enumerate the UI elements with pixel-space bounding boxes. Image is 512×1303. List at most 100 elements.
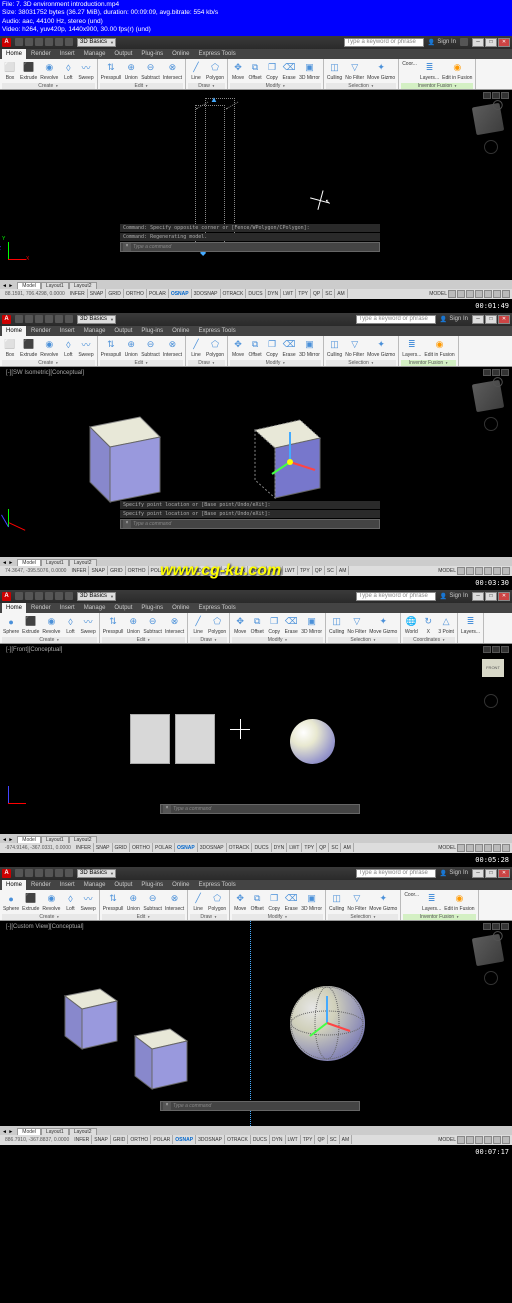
viewport[interactable]: ▲ ◆ ↖ Y X Z Command: Specify opposite co… — [0, 90, 512, 280]
fusion-button[interactable]: ◉Edit in Fusion — [423, 337, 455, 359]
extrude-button[interactable]: ⬛Extrude — [19, 60, 38, 82]
extrude-button[interactable]: ⬛Extrude — [21, 614, 40, 636]
sb-polar[interactable]: POLAR — [147, 289, 169, 298]
line-button[interactable]: ╱Line — [188, 60, 204, 82]
tab-plugins[interactable]: Plug-ins — [137, 326, 167, 336]
qat-open-icon[interactable] — [25, 38, 33, 46]
offset-button[interactable]: ⧉Offset — [247, 337, 263, 359]
viewcube[interactable] — [472, 380, 504, 412]
tab-render[interactable]: Render — [27, 49, 55, 59]
coor-button[interactable]: Coor... — [401, 60, 418, 82]
tab-model[interactable]: Model — [17, 282, 41, 289]
vp-min-icon[interactable] — [483, 92, 491, 99]
loft-button[interactable]: ◊Loft — [60, 60, 76, 82]
extrude-button[interactable]: ⬛Extrude — [19, 337, 38, 359]
signin-button[interactable]: 👤 Sign In — [440, 870, 468, 877]
vp-close-icon[interactable] — [501, 92, 509, 99]
layers-button[interactable]: ≣Layers... — [419, 60, 440, 82]
box-button[interactable]: ⬜Box — [2, 60, 18, 82]
view-label[interactable]: [-][Custom View][Conceptual] — [6, 924, 84, 930]
viewcube[interactable] — [472, 934, 504, 966]
navwheel-icon[interactable] — [484, 417, 498, 431]
viewcube-front[interactable]: FRONT — [482, 659, 504, 677]
sb-sc[interactable]: SC — [323, 289, 335, 298]
3point-button[interactable]: △3 Point — [437, 614, 455, 636]
tab-online[interactable]: Online — [168, 326, 193, 336]
polygon-button[interactable]: ⬠Polygon — [205, 60, 225, 82]
sb-model[interactable]: MODEL — [429, 291, 447, 297]
erase-button[interactable]: ⌫Erase — [281, 60, 297, 82]
panel-title-modify[interactable]: Modify — [230, 83, 321, 89]
copy-button[interactable]: ❐Copy — [264, 60, 280, 82]
gizmo-button[interactable]: ✦Move Gizmo — [366, 60, 396, 82]
revolve-button[interactable]: ◉Revolve — [39, 337, 59, 359]
sphere-button[interactable]: ●Sphere — [2, 614, 20, 636]
app-logo-icon[interactable]: A — [2, 38, 11, 47]
command-window[interactable]: ×Type a command — [160, 803, 360, 814]
sb-icon[interactable] — [448, 290, 456, 298]
exchange-icon[interactable] — [460, 38, 468, 46]
sb-grid[interactable]: GRID — [106, 289, 124, 298]
tab-render[interactable]: Render — [27, 326, 55, 336]
sb-lwt[interactable]: LWT — [281, 289, 296, 298]
viewport[interactable]: [-][Front][Conceptual] FRONT ×Type a com… — [0, 644, 512, 834]
close-button[interactable]: ✕ — [498, 38, 510, 47]
sb-otrack[interactable]: OTRACK — [221, 289, 247, 298]
intersect-button[interactable]: ⊗Intersect — [162, 337, 183, 359]
tab-manage[interactable]: Manage — [80, 49, 110, 59]
tab-layout2[interactable]: Layout2 — [69, 282, 97, 289]
search-input[interactable]: Type a keyword or phrase — [356, 869, 436, 878]
search-input[interactable]: Type a keyword or phrase — [356, 592, 436, 601]
mirror-button[interactable]: ▣3D Mirror — [298, 60, 321, 82]
workspace-dropdown[interactable]: 3D Basics — [77, 38, 116, 47]
signin-button[interactable]: 👤 Sign In — [440, 316, 468, 323]
culling-button[interactable]: ◫Culling — [326, 60, 343, 82]
copy-button[interactable]: ❐Copy — [264, 337, 280, 359]
cmd-close-icon[interactable]: × — [123, 243, 131, 251]
gizmo-button[interactable]: ✦Move Gizmo — [366, 337, 396, 359]
sb-icon[interactable] — [466, 290, 474, 298]
workspace-dropdown[interactable]: 3D Basics — [77, 869, 116, 878]
tab-layout2[interactable]: Layout2 — [69, 559, 97, 566]
app-logo-icon[interactable]: A — [2, 869, 11, 878]
sb-ortho[interactable]: ORTHO — [124, 289, 147, 298]
nofilter-button[interactable]: ▽No Filter — [344, 337, 365, 359]
navwheel-icon[interactable] — [484, 140, 498, 154]
panel-title-draw[interactable]: Draw — [188, 83, 225, 89]
layers-button[interactable]: ≣Layers... — [401, 337, 422, 359]
sb-icon[interactable] — [493, 290, 501, 298]
subtract-button[interactable]: ⊖Subtract — [140, 60, 161, 82]
loft-button[interactable]: ◊Loft — [62, 614, 78, 636]
viewport[interactable]: [-][Custom View][Conceptual] ×Type a com — [0, 921, 512, 1126]
viewport[interactable]: [-][SW Isometric][Conceptual] Specify po… — [0, 367, 512, 557]
signin-button[interactable]: 👤 Sign In — [428, 39, 456, 46]
polygon-button[interactable]: ⬠Polygon — [205, 337, 225, 359]
tab-layout1[interactable]: Layout1 — [41, 282, 69, 289]
tab-express[interactable]: Express Tools — [194, 326, 239, 336]
revolve-button[interactable]: ◉Revolve — [41, 614, 61, 636]
sb-dyn[interactable]: DYN — [266, 289, 282, 298]
sb-osnap[interactable]: OSNAP — [169, 289, 192, 298]
search-input[interactable]: Type a keyword or phrase — [356, 315, 436, 324]
qat-undo-icon[interactable] — [45, 38, 53, 46]
nofilter-button[interactable]: ▽No Filter — [344, 60, 365, 82]
command-window[interactable]: ×Type a command — [160, 1100, 360, 1111]
tab-output[interactable]: Output — [110, 326, 136, 336]
erase-button[interactable]: ⌫Erase — [281, 337, 297, 359]
tab-manage[interactable]: Manage — [80, 326, 110, 336]
tab-output[interactable]: Output — [110, 49, 136, 59]
x-button[interactable]: ↻X — [420, 614, 436, 636]
vp-max-icon[interactable] — [492, 92, 500, 99]
sweep-button[interactable]: 〰Sweep — [79, 614, 96, 636]
minimize-button[interactable]: ─ — [472, 38, 484, 47]
qat-redo-icon[interactable] — [55, 38, 63, 46]
sb-infer[interactable]: INFER — [68, 289, 88, 298]
qat-print-icon[interactable] — [65, 38, 73, 46]
world-button[interactable]: 🌐World — [403, 614, 419, 636]
move-button[interactable]: ✥Move — [230, 60, 246, 82]
panel-title-fusion[interactable]: Inventor Fusion — [401, 83, 473, 89]
presspull-button[interactable]: ⇅Presspull — [100, 60, 123, 82]
navwheel-icon[interactable] — [484, 971, 498, 985]
tab-layout1[interactable]: Layout1 — [41, 559, 69, 566]
tab-home[interactable]: Home — [2, 603, 26, 613]
